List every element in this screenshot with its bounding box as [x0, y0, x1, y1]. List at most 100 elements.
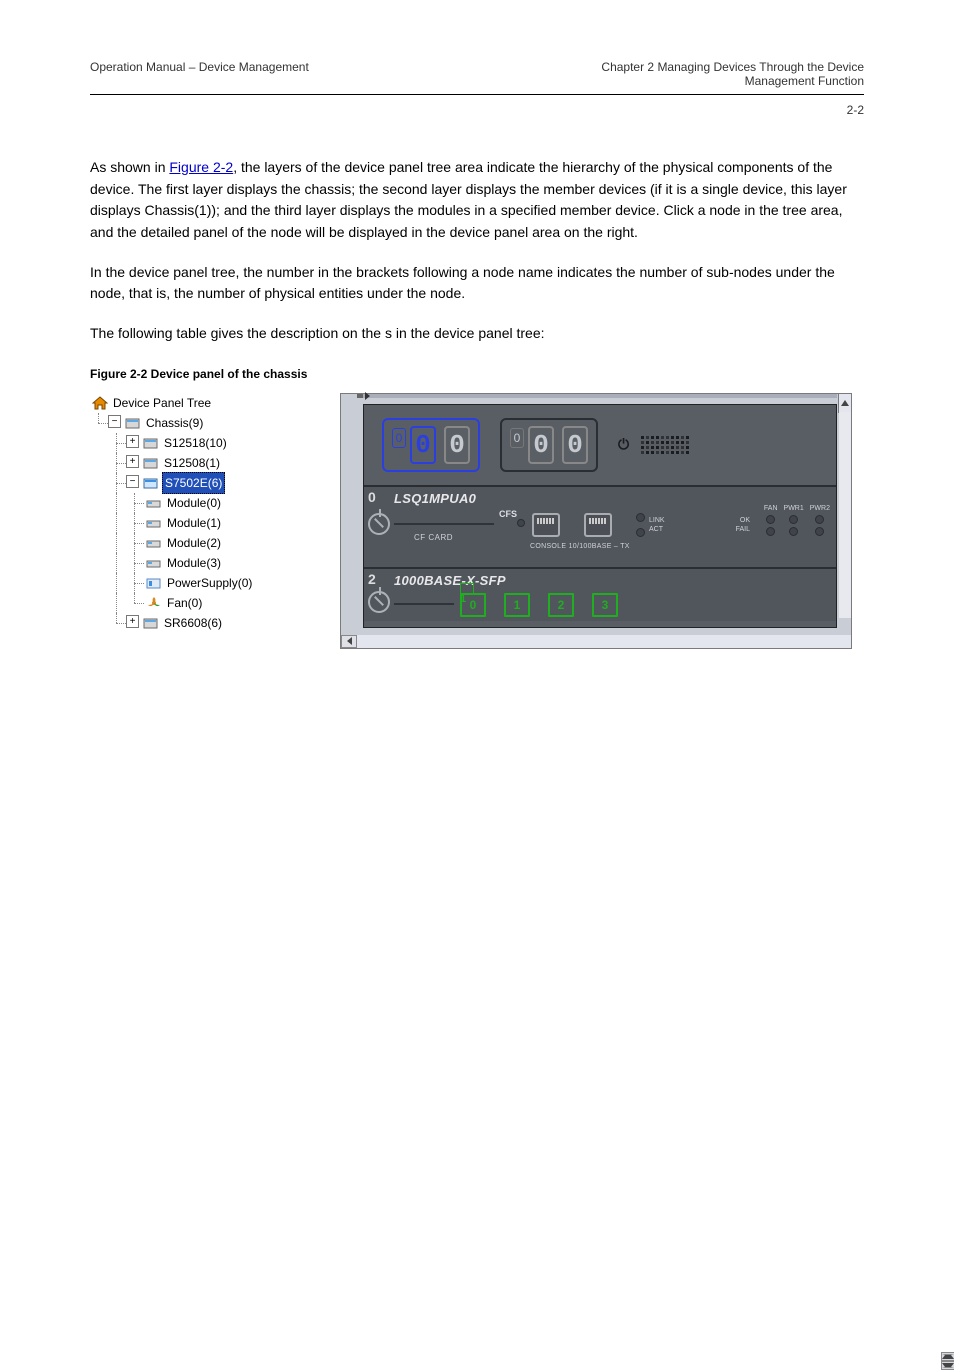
eject-icon — [368, 591, 390, 613]
segment-digit: 0 — [528, 426, 554, 464]
tree-root[interactable]: Device Panel Tree — [90, 393, 322, 413]
expand-icon[interactable]: + — [126, 455, 139, 468]
tree-child-label: Module(3) — [165, 553, 223, 573]
segment-digit: 0 — [562, 426, 588, 464]
divider — [394, 523, 494, 525]
tree-child-label: Module(2) — [165, 533, 223, 553]
tree-member-label: SR6608(6) — [162, 613, 224, 633]
paragraph-1: As shown in Figure 2-2, the layers of th… — [90, 157, 864, 244]
tree-fan-0[interactable]: Fan(0) — [90, 593, 322, 613]
slot-2[interactable]: 2 1000BASE-X-SFP 1 0 1 2 3 — [364, 567, 836, 621]
tree-module-0[interactable]: Module(0) — [90, 493, 322, 513]
led-icon — [517, 519, 525, 527]
device-panel[interactable]: 0 0 0 0 0 0 ⏻ — [340, 393, 852, 649]
chassis-icon — [125, 416, 141, 430]
device-panel-area: 0 0 0 0 0 0 ⏻ — [340, 393, 852, 649]
tree-chassis-label: Chassis(9) — [144, 413, 205, 433]
tree-member-label: S12518(10) — [162, 433, 229, 453]
console-label: CONSOLE 10/100BASE – TX — [530, 543, 630, 550]
figure-link[interactable]: Figure 2-2 — [169, 159, 233, 175]
tree-member-label-selected: S7502E(6) — [162, 472, 225, 494]
tree-root-label: Device Panel Tree — [111, 393, 213, 413]
segment-mini-digit: 0 — [510, 428, 524, 448]
console-port[interactable] — [532, 513, 560, 537]
device-icon — [143, 436, 159, 450]
header-left: Operation Manual – Device Management — [90, 60, 309, 88]
sfp-ports: 0 1 2 3 — [460, 593, 618, 617]
page-header: Operation Manual – Device Management Cha… — [90, 60, 864, 88]
device-panel-tree: Device Panel Tree − Chassis(9) + S12518(… — [90, 393, 322, 649]
chassis-panel[interactable]: 0 0 0 0 0 0 ⏻ — [363, 404, 837, 628]
tree-child-label: Module(0) — [165, 493, 223, 513]
slot-number: 2 — [368, 571, 376, 587]
slot-title: LSQ1MPUA0 — [394, 491, 476, 506]
ok-fail-labels: OKFAIL — [736, 516, 750, 534]
home-icon — [92, 396, 108, 410]
tree-chassis[interactable]: − Chassis(9) — [90, 413, 322, 433]
page: Operation Manual – Device Management Cha… — [0, 0, 954, 779]
hscroll-track[interactable] — [357, 635, 851, 648]
slot-0[interactable]: 0 LSQ1MPUA0 CFS CF CARD CONSOLE 10/100BA… — [364, 485, 836, 569]
device-icon — [143, 476, 159, 490]
scroll-corner[interactable] — [941, 1352, 954, 1370]
tree-child-label: Module(1) — [165, 513, 223, 533]
module-icon — [146, 496, 162, 510]
splitter[interactable] — [357, 394, 837, 398]
sfp-port-1[interactable]: 1 — [504, 593, 530, 617]
module-icon — [146, 516, 162, 530]
paragraph-3: The following table gives the descriptio… — [90, 323, 864, 345]
tree-module-1[interactable]: Module(1) — [90, 513, 322, 533]
figure: Device Panel Tree − Chassis(9) + S12518(… — [90, 393, 864, 649]
tree-module-2[interactable]: Module(2) — [90, 533, 322, 553]
tree-member-s12508[interactable]: + S12508(1) — [90, 453, 322, 473]
horizontal-scrollbar[interactable] — [341, 635, 851, 648]
cfcard-label: CF CARD — [414, 533, 453, 542]
segment-display-row: 0 0 0 0 0 0 ⏻ — [382, 417, 689, 473]
tree-member-sr6608[interactable]: + SR6608(6) — [90, 613, 322, 633]
device-icon — [143, 616, 159, 630]
vent-grid-icon: ⏻ — [618, 436, 689, 454]
mgmt-port[interactable] — [584, 513, 612, 537]
header-right-2: Management Function — [745, 74, 864, 88]
expand-icon[interactable]: + — [126, 615, 139, 628]
link-act-leds: LINKACT — [636, 513, 665, 537]
header-right-1: Chapter 2 Managing Devices Through the D… — [601, 60, 864, 74]
status-leds: FAN PWR1 PWR2 — [764, 505, 830, 536]
device-icon — [143, 456, 159, 470]
sfp-port-2[interactable]: 2 — [548, 593, 574, 617]
eject-icon — [368, 513, 390, 535]
vertical-scrollbar[interactable] — [839, 412, 851, 618]
segment-mini-digit: 0 — [392, 428, 406, 448]
header-rule — [90, 94, 864, 95]
segment-display[interactable]: 0 0 0 — [500, 418, 598, 472]
module-icon — [146, 556, 162, 570]
tree-module-3[interactable]: Module(3) — [90, 553, 322, 573]
slot-title: 1000BASE-X-SFP — [394, 573, 506, 588]
tree-member-s7502e[interactable]: − S7502E(6) — [90, 473, 322, 493]
paragraph-2: In the device panel tree, the number in … — [90, 262, 864, 305]
tree-child-label: Fan(0) — [165, 593, 204, 613]
segment-digit: 0 — [444, 426, 470, 464]
fan-icon — [146, 596, 162, 610]
segment-display-selected[interactable]: 0 0 0 — [382, 418, 480, 472]
divider — [394, 603, 454, 605]
segment-digit: 0 — [410, 426, 436, 464]
sfp-port-0[interactable]: 0 — [460, 593, 486, 617]
power-supply-icon — [146, 576, 162, 590]
page-number: 2-2 — [90, 103, 864, 117]
collapse-icon[interactable]: − — [108, 415, 121, 428]
scroll-up-button[interactable] — [838, 393, 852, 413]
cfs-label: CFS — [499, 509, 517, 519]
scroll-left-button[interactable] — [341, 635, 357, 648]
expand-icon[interactable]: + — [126, 435, 139, 448]
tree-member-label: S12508(1) — [162, 453, 222, 473]
slot-number: 0 — [368, 489, 376, 505]
tree-child-label: PowerSupply(0) — [165, 573, 254, 593]
rj45-ports — [532, 513, 612, 537]
module-icon — [146, 536, 162, 550]
figure-caption: Figure 2-2 Device panel of the chassis — [90, 367, 864, 381]
sfp-port-3[interactable]: 3 — [592, 593, 618, 617]
tree-member-s12518[interactable]: + S12518(10) — [90, 433, 322, 453]
tree-powersupply-0[interactable]: PowerSupply(0) — [90, 573, 322, 593]
collapse-icon[interactable]: − — [126, 475, 139, 488]
